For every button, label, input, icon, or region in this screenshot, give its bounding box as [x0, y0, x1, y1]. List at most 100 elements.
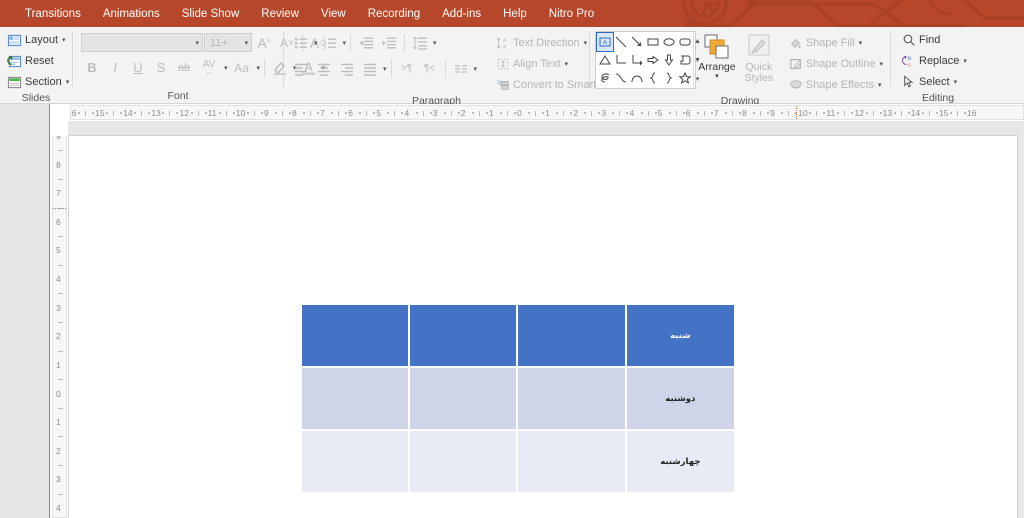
- shapes-gallery[interactable]: A ▲ ▼ ▾: [595, 31, 701, 89]
- chevron-down-icon[interactable]: ▾: [474, 65, 478, 73]
- tab-nitro-pro[interactable]: Nitro Pro: [538, 2, 605, 27]
- underline-button[interactable]: U: [127, 57, 149, 78]
- align-right-button[interactable]: [336, 58, 358, 79]
- columns-button[interactable]: [450, 58, 472, 79]
- shape-star[interactable]: [677, 69, 693, 87]
- shape-pentagon-tag[interactable]: [677, 51, 693, 69]
- chevron-down-icon[interactable]: ▾: [224, 64, 228, 72]
- shape-effects-icon: [790, 80, 802, 89]
- bullets-button[interactable]: [290, 32, 312, 53]
- shape-curve[interactable]: [613, 69, 629, 87]
- rtl-text-direction-button[interactable]: >¶: [396, 58, 418, 79]
- tab-help[interactable]: Help: [492, 2, 538, 27]
- shape-fill-button[interactable]: Shape Fill ▾: [786, 33, 886, 53]
- section-button[interactable]: Section ▾: [4, 72, 72, 92]
- ruler-tick-mark: [767, 112, 770, 114]
- italic-button[interactable]: I: [104, 57, 126, 78]
- shape-outline-button[interactable]: Shape Outline ▾: [786, 54, 886, 74]
- align-left-button[interactable]: [290, 58, 312, 79]
- tab-recording[interactable]: Recording: [357, 2, 431, 27]
- svg-text:2: 2: [497, 80, 500, 86]
- ltr-text-direction-button[interactable]: ¶<: [419, 58, 441, 79]
- strikethrough-button[interactable]: ab: [173, 57, 195, 78]
- character-spacing-button[interactable]: AV ↔: [196, 57, 222, 78]
- table-cell[interactable]: [518, 368, 625, 429]
- justify-button[interactable]: [359, 58, 381, 79]
- shape-line[interactable]: [613, 33, 629, 51]
- font-size-combo[interactable]: 11+ ▾: [204, 33, 252, 52]
- shape-rectangle[interactable]: [645, 33, 661, 51]
- find-button[interactable]: Find: [899, 30, 943, 50]
- slide-thumbnail-pane[interactable]: [0, 104, 50, 518]
- chevron-down-icon[interactable]: ▾: [314, 39, 318, 47]
- table-cell[interactable]: [410, 305, 517, 366]
- table-row[interactable]: چهارشنبه: [302, 431, 734, 492]
- change-case-button[interactable]: Aa: [229, 57, 255, 78]
- shape-textbox[interactable]: A: [596, 32, 614, 52]
- table-row[interactable]: دوشنبه: [302, 368, 734, 429]
- shape-scribble[interactable]: [597, 69, 613, 87]
- shape-effects-button[interactable]: Shape Effects ▾: [786, 75, 886, 95]
- bold-button[interactable]: B: [81, 57, 103, 78]
- chevron-down-icon[interactable]: ▾: [343, 39, 347, 47]
- slide-canvas-area[interactable]: شنبه دوشنبه چهارشنبه: [68, 121, 1024, 518]
- tab-transitions[interactable]: Transitions: [14, 2, 92, 27]
- ruler-vertical-marker[interactable]: [53, 207, 66, 209]
- shape-elbow-connector[interactable]: [613, 51, 629, 69]
- table-cell[interactable]: [410, 431, 517, 492]
- shape-right-brace[interactable]: [661, 69, 677, 87]
- slide-table[interactable]: شنبه دوشنبه چهارشنبه: [300, 303, 736, 494]
- chevron-down-icon: ▾: [583, 40, 588, 47]
- increase-font-size-button[interactable]: A ^: [253, 32, 275, 53]
- shape-arc[interactable]: [629, 69, 645, 87]
- shape-line-arrow[interactable]: [629, 33, 645, 51]
- shape-left-brace[interactable]: [645, 69, 661, 87]
- tab-review[interactable]: Review: [250, 2, 310, 27]
- vertical-ruler[interactable]: 9 8 7 6 5 4 3 2 1 0 1 2 3 4: [52, 136, 67, 518]
- table-cell[interactable]: [518, 431, 625, 492]
- replace-button[interactable]: b c Replace ▾: [899, 51, 970, 71]
- arrange-button[interactable]: Arrange ▾: [696, 31, 738, 81]
- align-center-button[interactable]: [313, 58, 335, 79]
- table-cell[interactable]: شنبه: [626, 305, 734, 366]
- table-cell[interactable]: چهارشنبه: [626, 431, 734, 492]
- increase-indent-button[interactable]: [378, 32, 400, 53]
- numbering-button[interactable]: 123: [319, 32, 341, 53]
- decrease-indent-button[interactable]: [355, 32, 377, 53]
- chevron-down-icon[interactable]: ▾: [383, 65, 387, 73]
- ruler-tick-mark: [113, 110, 115, 116]
- shape-elbow-arrow-connector[interactable]: [629, 51, 645, 69]
- table-cell[interactable]: [410, 368, 517, 429]
- ruler-tick-label: 11: [826, 108, 836, 118]
- tab-animations[interactable]: Animations: [92, 2, 171, 27]
- chevron-down-icon[interactable]: ▾: [433, 39, 437, 47]
- slide-surface[interactable]: شنبه دوشنبه چهارشنبه: [68, 135, 1018, 518]
- table-cell[interactable]: [302, 368, 409, 429]
- shape-triangle[interactable]: [597, 51, 613, 69]
- tab-add-ins[interactable]: Add-ins: [431, 2, 492, 27]
- horizontal-ruler[interactable]: 1615141312111098765432101234567891011121…: [70, 105, 1024, 120]
- shape-oval[interactable]: [661, 33, 677, 51]
- tab-slide-show[interactable]: Slide Show: [171, 2, 251, 27]
- table-row[interactable]: شنبه: [302, 305, 734, 366]
- ruler-tick-mark: [58, 350, 63, 352]
- ruler-indent-marker[interactable]: [796, 106, 798, 119]
- slides-group-label: Slides: [21, 92, 51, 104]
- line-spacing-button[interactable]: [409, 32, 431, 53]
- select-button[interactable]: Select ▾: [899, 72, 960, 92]
- tab-view[interactable]: View: [310, 2, 357, 27]
- table-cell[interactable]: [302, 431, 409, 492]
- table-cell[interactable]: دوشنبه: [626, 368, 734, 429]
- reset-button[interactable]: Reset: [4, 51, 57, 71]
- chevron-down-icon[interactable]: ▾: [257, 64, 261, 72]
- table-cell[interactable]: [302, 305, 409, 366]
- layout-button[interactable]: Layout ▾: [4, 30, 69, 50]
- shape-right-arrow[interactable]: [645, 51, 661, 69]
- quick-styles-button[interactable]: Quick Styles: [738, 31, 780, 84]
- font-name-combo[interactable]: ▾: [81, 33, 203, 52]
- shape-down-arrow[interactable]: [661, 51, 677, 69]
- ruler-tick-mark: [58, 436, 63, 438]
- shape-rounded-rectangle[interactable]: [677, 33, 693, 51]
- table-cell[interactable]: [518, 305, 625, 366]
- text-shadow-button[interactable]: S: [150, 57, 172, 78]
